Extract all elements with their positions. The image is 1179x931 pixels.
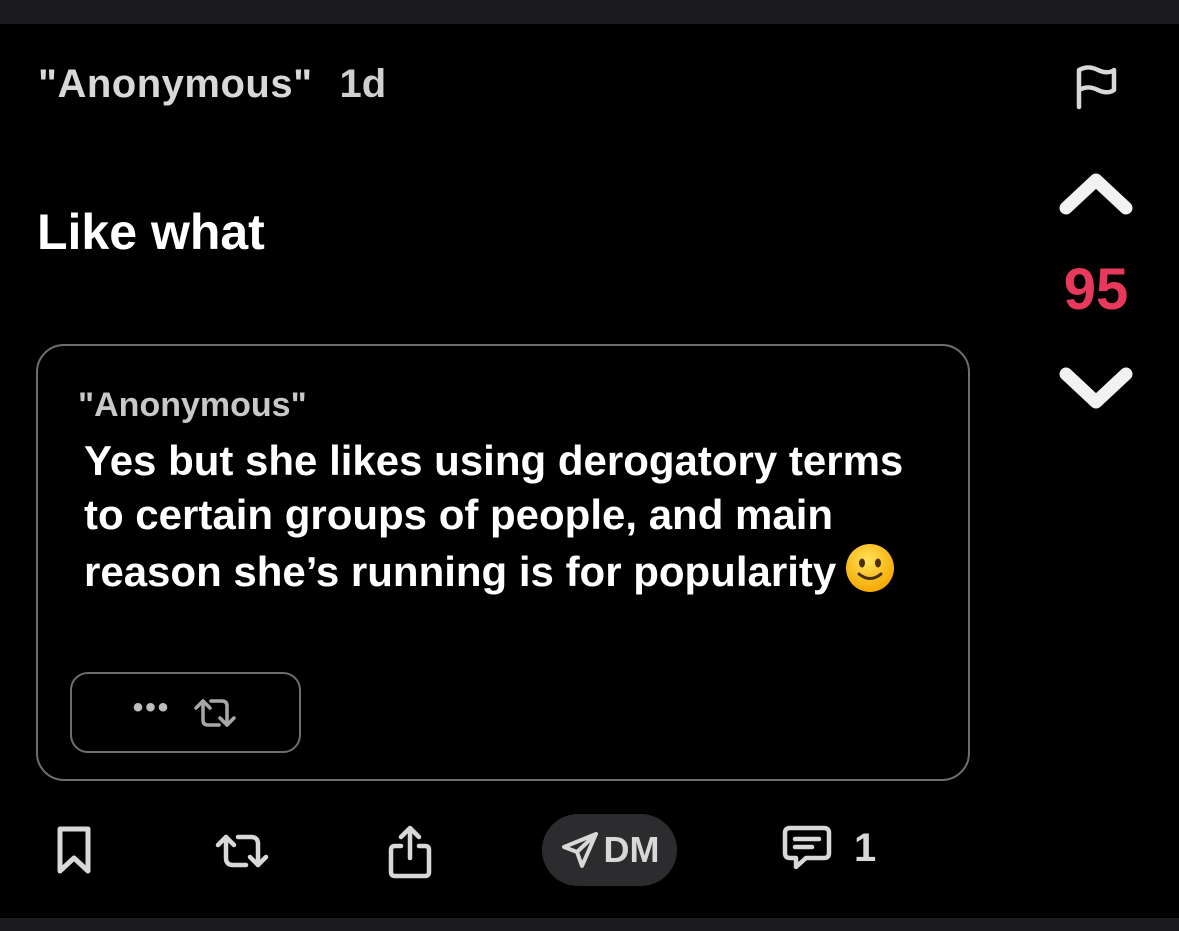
quoted-actions: ••• — [70, 672, 301, 753]
comment-count: 1 — [854, 825, 877, 870]
action-bar: DM 1 — [0, 812, 1179, 890]
post-timestamp: 1d — [339, 62, 387, 106]
upvote-chevron-up-icon[interactable] — [1056, 168, 1136, 220]
comment-button[interactable]: 1 — [782, 824, 876, 872]
quoted-text: Yes but she likes using derogatory terms… — [84, 437, 904, 595]
repost-icon[interactable] — [192, 694, 238, 732]
paper-plane-icon — [560, 830, 600, 870]
downvote-chevron-down-icon[interactable] — [1056, 362, 1136, 414]
quoted-text-block: Yes but she likes using derogatory terms… — [84, 434, 944, 599]
post-body: Like what — [37, 204, 265, 260]
comment-icon — [782, 824, 832, 872]
more-options-icon[interactable]: ••• — [133, 692, 171, 723]
dm-button[interactable]: DM — [542, 814, 677, 886]
post-author[interactable]: "Anonymous" — [38, 62, 313, 107]
share-icon[interactable] — [386, 824, 434, 880]
flag-icon[interactable] — [1070, 62, 1120, 112]
quoted-author: "Anonymous" — [78, 386, 307, 424]
bottom-bar — [0, 918, 1179, 931]
top-bar — [0, 0, 1179, 24]
repost-icon[interactable] — [214, 830, 270, 872]
quoted-post-card[interactable]: "Anonymous" Yes but she likes using dero… — [36, 344, 970, 781]
bookmark-icon[interactable] — [52, 824, 96, 876]
post-header: "Anonymous" 1d — [38, 62, 386, 107]
dm-label: DM — [603, 829, 660, 870]
slightly-smiling-face-icon — [844, 542, 896, 594]
vote-count: 95 — [1063, 257, 1129, 322]
